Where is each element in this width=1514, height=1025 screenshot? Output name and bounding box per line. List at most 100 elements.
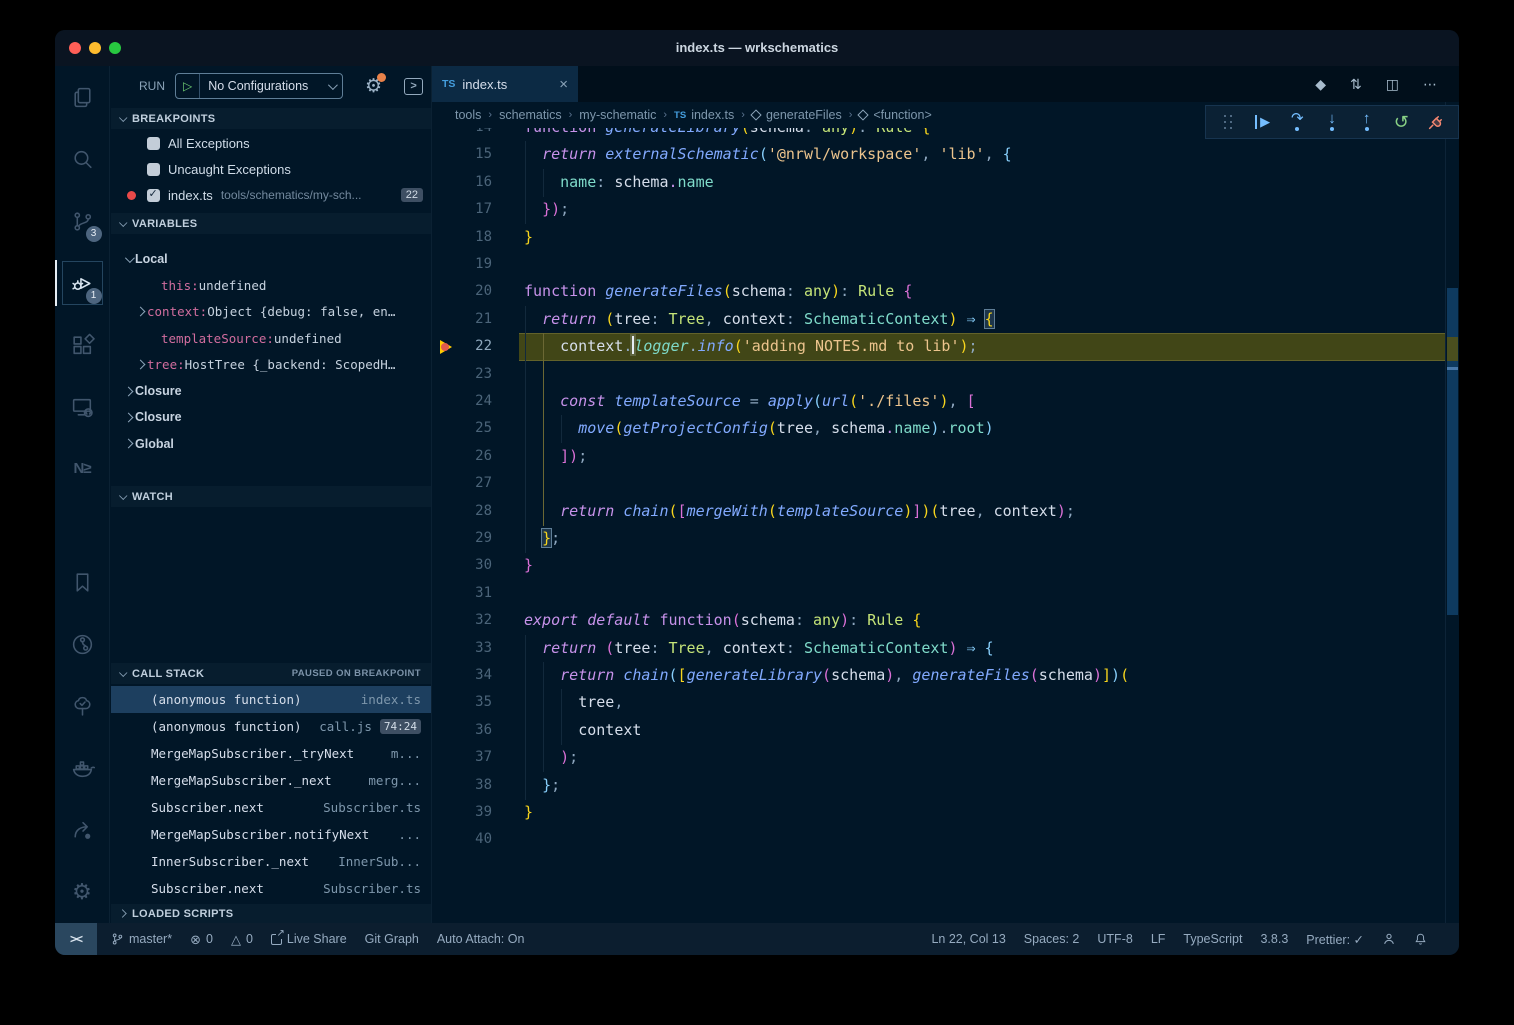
cursor-position[interactable]: Ln 22, Col 13: [931, 932, 1005, 946]
code-line-21[interactable]: 21return (tree: Tree, context: Schematic…: [432, 306, 1459, 334]
language-mode[interactable]: TypeScript: [1183, 932, 1242, 946]
indentation[interactable]: Spaces: 2: [1024, 932, 1080, 946]
configure-gear-icon[interactable]: ⚙: [365, 75, 382, 98]
tab-index-ts[interactable]: TS index.ts ×: [432, 66, 578, 102]
start-debug-icon[interactable]: ▷: [176, 74, 200, 98]
code-line-37[interactable]: 37);: [432, 744, 1459, 772]
breadcrumb-item[interactable]: TSindex.ts: [674, 108, 734, 122]
scope-row-Closure[interactable]: Closure: [111, 404, 431, 430]
breadcrumb-item[interactable]: my-schematic: [579, 108, 656, 122]
code-line-40[interactable]: 40: [432, 826, 1459, 854]
code-line-32[interactable]: 32export default function(schema: any): …: [432, 607, 1459, 635]
call-stack-frame[interactable]: InnerSubscriber._nextInnerSub...: [111, 848, 431, 875]
activity-remote-explorer-icon[interactable]: [55, 376, 110, 438]
variable-row-context[interactable]: context: Object {debug: false, en…: [111, 299, 431, 325]
activity-extensions-icon[interactable]: [55, 314, 110, 376]
breadcrumb-item[interactable]: tools: [455, 108, 481, 122]
activity-source-control-icon[interactable]: 3: [55, 190, 110, 252]
call-stack-frame[interactable]: MergeMapSubscriber._tryNextm...: [111, 740, 431, 767]
code-line-20[interactable]: 20function generateFiles(schema: any): R…: [432, 278, 1459, 306]
compare-changes-icon[interactable]: ⇅: [1350, 76, 1362, 93]
call-stack-frame[interactable]: MergeMapSubscriber._nextmerg...: [111, 767, 431, 794]
activity-run-debug-icon[interactable]: 1: [55, 252, 110, 314]
restart-button[interactable]: ↺: [1389, 108, 1413, 136]
git-graph[interactable]: Git Graph: [365, 932, 419, 946]
more-actions-icon[interactable]: ⋯: [1423, 76, 1437, 93]
breadcrumb-item[interactable]: generateFiles: [752, 108, 842, 122]
call-stack-frame[interactable]: Subscriber.nextSubscriber.ts: [111, 875, 431, 902]
activity-settings-gear-icon[interactable]: ⚙: [55, 861, 110, 923]
problems-warnings[interactable]: △0: [231, 932, 253, 946]
launch-configuration-dropdown[interactable]: ▷ No Configurations: [175, 73, 343, 99]
activity-docker-icon[interactable]: [55, 737, 110, 799]
disconnect-button[interactable]: [1424, 108, 1448, 136]
code-line-23[interactable]: 23: [432, 361, 1459, 389]
breadcrumb-item[interactable]: <function>: [859, 108, 931, 122]
problems-errors[interactable]: ⊗0: [190, 932, 213, 946]
git-branch[interactable]: master*: [111, 932, 172, 946]
debug-console-icon[interactable]: >: [404, 78, 423, 95]
checkbox[interactable]: [147, 137, 160, 150]
code-line-24[interactable]: 24const templateSource = apply(url('./fi…: [432, 388, 1459, 416]
code-line-26[interactable]: 26]);: [432, 443, 1459, 471]
title-bar[interactable]: index.ts — wrkschematics: [55, 30, 1459, 66]
scope-row-Closure[interactable]: Closure: [111, 378, 431, 404]
call-stack-section-header[interactable]: CALL STACKPAUSED ON BREAKPOINT: [111, 663, 431, 684]
watch-section-header[interactable]: WATCH: [111, 486, 431, 507]
step-into-button[interactable]: ↓: [1320, 108, 1344, 136]
breakpoint-row[interactable]: index.tstools/schematics/my-sch...22: [111, 182, 431, 208]
variable-row-this[interactable]: this: undefined: [111, 272, 431, 298]
notifications-icon[interactable]: [1414, 932, 1427, 946]
code-line-36[interactable]: 36context: [432, 717, 1459, 745]
code-line-33[interactable]: 33return (tree: Tree, context: Schematic…: [432, 635, 1459, 663]
code-line-38[interactable]: 38};: [432, 772, 1459, 800]
checkbox[interactable]: [147, 189, 160, 202]
ts-version[interactable]: 3.8.3: [1260, 932, 1288, 946]
close-tab-icon[interactable]: ×: [559, 76, 568, 93]
activity-bookmarks-icon[interactable]: [55, 551, 110, 613]
breakpoint-row[interactable]: All Exceptions: [111, 130, 431, 156]
code-editor[interactable]: 14function generateLibrary(schema: any):…: [432, 128, 1459, 923]
checkbox[interactable]: [147, 163, 160, 176]
continue-button[interactable]: ▶: [1251, 108, 1275, 136]
call-stack-frame[interactable]: (anonymous function)index.ts: [111, 686, 431, 713]
encoding[interactable]: UTF-8: [1097, 932, 1132, 946]
code-line-18[interactable]: 18}: [432, 224, 1459, 252]
activity-search-icon[interactable]: [55, 128, 110, 190]
code-line-28[interactable]: 28return chain([mergeWith(templateSource…: [432, 498, 1459, 526]
call-stack-frame[interactable]: (anonymous function)call.js74:24: [111, 713, 431, 740]
call-stack-frame[interactable]: MergeMapSubscriber.notifyNext...: [111, 821, 431, 848]
activity-explorer-icon[interactable]: [55, 66, 110, 128]
code-line-22[interactable]: 22context.logger.info('adding NOTES.md t…: [432, 333, 1459, 361]
step-over-button[interactable]: ↷: [1285, 108, 1309, 136]
feedback-icon[interactable]: [1382, 932, 1396, 946]
activity-live-share-icon[interactable]: [55, 799, 110, 861]
breadcrumb-item[interactable]: schematics: [499, 108, 562, 122]
code-line-35[interactable]: 35tree,: [432, 689, 1459, 717]
code-line-39[interactable]: 39}: [432, 799, 1459, 827]
activity-nx-console-icon[interactable]: N≥: [55, 438, 110, 500]
code-line-17[interactable]: 17});: [432, 196, 1459, 224]
live-share[interactable]: Live Share: [271, 932, 347, 946]
code-line-34[interactable]: 34return chain([generateLibrary(schema),…: [432, 662, 1459, 690]
step-out-button[interactable]: ↑: [1355, 108, 1379, 136]
code-line-25[interactable]: 25move(getProjectConfig(tree, schema.nam…: [432, 415, 1459, 443]
activity-gitlens-icon[interactable]: [55, 613, 110, 675]
auto-attach[interactable]: Auto Attach: On: [437, 932, 525, 946]
code-line-29[interactable]: 29};: [432, 525, 1459, 553]
eol[interactable]: LF: [1151, 932, 1166, 946]
activity-test-explorer-icon[interactable]: [55, 675, 110, 737]
split-editor-icon[interactable]: ◫: [1386, 76, 1399, 93]
code-line-31[interactable]: 31: [432, 580, 1459, 608]
breakpoints-section-header[interactable]: BREAKPOINTS: [111, 108, 431, 129]
variable-row-tree[interactable]: tree: HostTree {_backend: ScopedH…: [111, 352, 431, 378]
scope-row-Global[interactable]: Global: [111, 431, 431, 457]
open-changes-icon[interactable]: ◆: [1315, 76, 1326, 93]
code-line-27[interactable]: 27: [432, 470, 1459, 498]
scope-row-Local[interactable]: Local: [111, 246, 431, 272]
variable-row-templateSource[interactable]: templateSource: undefined: [111, 325, 431, 351]
code-line-15[interactable]: 15return externalSchematic('@nrwl/worksp…: [432, 141, 1459, 169]
code-line-16[interactable]: 16name: schema.name: [432, 169, 1459, 197]
variables-section-header[interactable]: VARIABLES: [111, 213, 431, 234]
code-line-19[interactable]: 19: [432, 251, 1459, 279]
